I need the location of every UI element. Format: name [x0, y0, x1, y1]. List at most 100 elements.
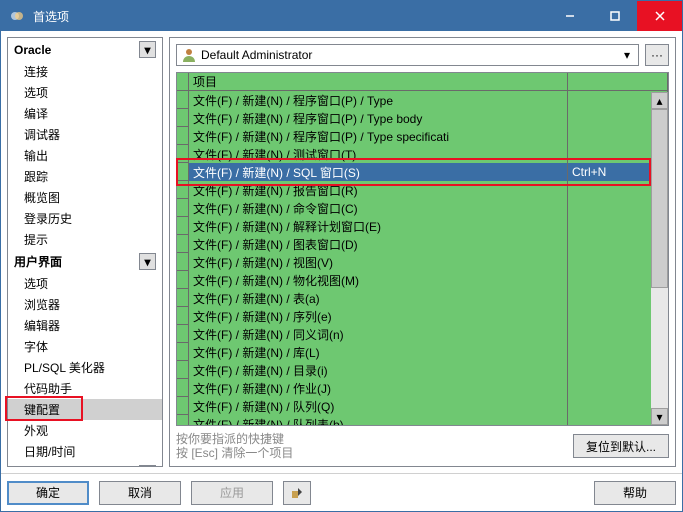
sidebar-section[interactable]: Oracle ▾	[8, 38, 162, 61]
row-header	[177, 217, 189, 235]
sidebar-section-label: Oracle	[14, 43, 51, 57]
cell-project: 文件(F) / 新建(N) / 程序窗口(P) / Type body	[189, 109, 568, 127]
sidebar-item[interactable]: 提示	[8, 229, 162, 250]
chevron-down-icon[interactable]: ▾	[139, 41, 156, 58]
vertical-scrollbar[interactable]: ▴ ▾	[651, 92, 668, 425]
table-row[interactable]: 文件(F) / 新建(N) / 表(a)	[177, 289, 668, 307]
table-row[interactable]: 文件(F) / 新建(N) / SQL 窗口(S)Ctrl+N	[177, 163, 668, 181]
category-tree: Oracle▾连接选项编译调试器输出跟踪概览图登录历史提示用户界面▾选项浏览器编…	[7, 37, 163, 467]
cancel-button[interactable]: 取消	[99, 481, 181, 505]
apply-button[interactable]: 应用	[191, 481, 273, 505]
sidebar-section[interactable]: 窗口类型 ▾	[8, 462, 162, 467]
ok-button[interactable]: 确定	[7, 481, 89, 505]
sidebar-item[interactable]: 字体	[8, 336, 162, 357]
table-row[interactable]: 文件(F) / 新建(N) / 队列表(b)	[177, 415, 668, 425]
cell-project: 文件(F) / 新建(N) / 队列(Q)	[189, 397, 568, 415]
row-header	[177, 109, 189, 127]
table-row[interactable]: 文件(F) / 新建(N) / 测试窗口(T)	[177, 145, 668, 163]
sidebar-item[interactable]: 跟踪	[8, 166, 162, 187]
table-row[interactable]: 文件(F) / 新建(N) / 视图(V)	[177, 253, 668, 271]
column-header-project[interactable]: 项目	[189, 73, 568, 91]
column-header-shortcut[interactable]	[568, 73, 668, 91]
sidebar-section[interactable]: 用户界面 ▾	[8, 250, 162, 273]
table-row[interactable]: 文件(F) / 新建(N) / 程序窗口(P) / Type	[177, 91, 668, 109]
cell-project: 文件(F) / 新建(N) / 程序窗口(P) / Type	[189, 91, 568, 109]
table-row[interactable]: 文件(F) / 新建(N) / 物化视图(M)	[177, 271, 668, 289]
minimize-button[interactable]	[547, 1, 592, 31]
sidebar-item[interactable]: 浏览器	[8, 294, 162, 315]
cell-project: 文件(F) / 新建(N) / 命令窗口(C)	[189, 199, 568, 217]
row-header	[177, 91, 189, 109]
scroll-down-icon[interactable]: ▾	[651, 408, 668, 425]
export-icon	[289, 485, 305, 501]
export-button[interactable]	[283, 481, 311, 505]
table-row[interactable]: 文件(F) / 新建(N) / 程序窗口(P) / Type specifica…	[177, 127, 668, 145]
sidebar-item[interactable]: 连接	[8, 61, 162, 82]
table-row[interactable]: 文件(F) / 新建(N) / 作业(J)	[177, 379, 668, 397]
row-header	[177, 271, 189, 289]
sidebar-item[interactable]: 概览图	[8, 187, 162, 208]
scroll-up-icon[interactable]: ▴	[651, 92, 668, 109]
row-header	[177, 235, 189, 253]
table-row[interactable]: 文件(F) / 新建(N) / 程序窗口(P) / Type body	[177, 109, 668, 127]
chevron-down-icon: ▾	[620, 48, 634, 62]
cell-project: 文件(F) / 新建(N) / 解释计划窗口(E)	[189, 217, 568, 235]
row-header	[177, 325, 189, 343]
help-button[interactable]: 帮助	[594, 481, 676, 505]
cell-project: 文件(F) / 新建(N) / 序列(e)	[189, 307, 568, 325]
user-browse-button[interactable]: ···	[645, 44, 669, 66]
grid-corner	[177, 73, 189, 91]
row-header	[177, 361, 189, 379]
user-combo[interactable]: Default Administrator ▾	[176, 44, 639, 66]
sidebar-item[interactable]: 编译	[8, 103, 162, 124]
restore-defaults-button[interactable]: 复位到默认...	[573, 434, 669, 458]
app-icon	[7, 6, 27, 26]
sidebar-item[interactable]: PL/SQL 美化器	[8, 357, 162, 378]
maximize-button[interactable]	[592, 1, 637, 31]
row-header	[177, 253, 189, 271]
table-row[interactable]: 文件(F) / 新建(N) / 队列(Q)	[177, 397, 668, 415]
table-row[interactable]: 文件(F) / 新建(N) / 目录(i)	[177, 361, 668, 379]
table-row[interactable]: 文件(F) / 新建(N) / 同义词(n)	[177, 325, 668, 343]
cell-project: 文件(F) / 新建(N) / 目录(i)	[189, 361, 568, 379]
user-icon	[181, 47, 197, 63]
sidebar-item[interactable]: 外观	[8, 420, 162, 441]
hint-text: 按你要指派的快捷键 按 [Esc] 清除一个项目	[176, 432, 293, 460]
table-row[interactable]: 文件(F) / 新建(N) / 报告窗口(R)	[177, 181, 668, 199]
sidebar-item[interactable]: 代码助手	[8, 378, 162, 399]
row-header	[177, 199, 189, 217]
chevron-down-icon[interactable]: ▾	[139, 253, 156, 270]
scroll-thumb[interactable]	[651, 109, 668, 288]
sidebar-item[interactable]: 选项	[8, 82, 162, 103]
row-header	[177, 307, 189, 325]
sidebar-item[interactable]: 选项	[8, 273, 162, 294]
sidebar-item[interactable]: 键配置	[8, 399, 162, 420]
row-header	[177, 379, 189, 397]
close-button[interactable]	[637, 1, 682, 31]
main-panel: Default Administrator ▾ ··· 项目 文件(F) / 新…	[169, 37, 676, 467]
row-header	[177, 163, 189, 181]
sidebar-section-label: 窗口类型	[14, 465, 62, 467]
titlebar: 首选项	[1, 1, 682, 31]
sidebar-item[interactable]: 输出	[8, 145, 162, 166]
cell-project: 文件(F) / 新建(N) / 表(a)	[189, 289, 568, 307]
sidebar-section-label: 用户界面	[14, 253, 62, 270]
cell-project: 文件(F) / 新建(N) / 物化视图(M)	[189, 271, 568, 289]
ellipsis-icon: ···	[651, 48, 663, 62]
sidebar-item[interactable]: 编辑器	[8, 315, 162, 336]
sidebar-item[interactable]: 调试器	[8, 124, 162, 145]
cell-project: 文件(F) / 新建(N) / 队列表(b)	[189, 415, 568, 425]
row-header	[177, 343, 189, 361]
table-row[interactable]: 文件(F) / 新建(N) / 序列(e)	[177, 307, 668, 325]
table-row[interactable]: 文件(F) / 新建(N) / 命令窗口(C)	[177, 199, 668, 217]
row-header	[177, 145, 189, 163]
table-row[interactable]: 文件(F) / 新建(N) / 库(L)	[177, 343, 668, 361]
sidebar-item[interactable]: 登录历史	[8, 208, 162, 229]
table-row[interactable]: 文件(F) / 新建(N) / 解释计划窗口(E)	[177, 217, 668, 235]
row-header	[177, 181, 189, 199]
row-header	[177, 397, 189, 415]
table-row[interactable]: 文件(F) / 新建(N) / 图表窗口(D)	[177, 235, 668, 253]
chevron-down-icon[interactable]: ▾	[139, 465, 156, 467]
cell-project: 文件(F) / 新建(N) / 报告窗口(R)	[189, 181, 568, 199]
sidebar-item[interactable]: 日期/时间	[8, 441, 162, 462]
